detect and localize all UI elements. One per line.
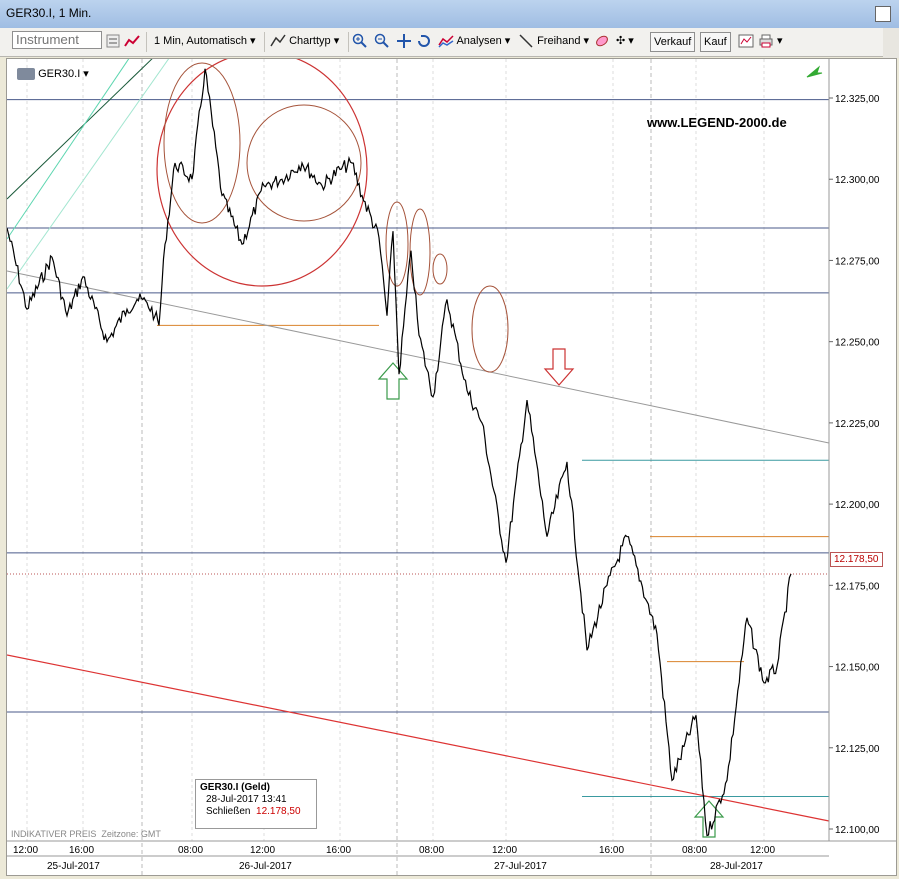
- info-box: GER30.I (Geld) 28-Jul-2017 13:41 Schließ…: [195, 779, 317, 829]
- interval-dropdown[interactable]: 1 Min, Automatisch ▾: [154, 31, 256, 51]
- info-close-label: Schließen: [206, 806, 251, 817]
- info-close-value: 12.178,50: [256, 806, 301, 817]
- y-tick-label: 12.325,00: [835, 94, 880, 105]
- title-bar: GER30.I, 1 Min.: [0, 0, 899, 29]
- y-tick-label: 12.200,00: [835, 500, 880, 511]
- large-circle-annotation[interactable]: [156, 51, 368, 287]
- toolbar: 1 Min, Automatisch ▾ Charttyp ▾ Analysen…: [0, 28, 899, 57]
- symbol-label[interactable]: GER30.I ▾: [17, 67, 89, 81]
- scrollbar[interactable]: [883, 28, 899, 58]
- trend-up-icon: [806, 65, 823, 78]
- y-tick-label: 12.250,00: [835, 338, 880, 349]
- date-label: 28-Jul-2017: [710, 861, 763, 872]
- window-title: GER30.I, 1 Min.: [6, 6, 92, 20]
- analysen-label: Analysen: [456, 35, 502, 47]
- x-tick-label: 08:00: [682, 845, 707, 856]
- watermark: www.LEGEND-2000.de: [647, 115, 787, 130]
- instrument-input[interactable]: [12, 31, 102, 49]
- y-tick-label: 12.100,00: [835, 825, 880, 836]
- instrument-picker-icon[interactable]: [105, 31, 121, 51]
- x-tick-label: 16:00: [599, 845, 624, 856]
- interval-label: 1 Min, Automatisch: [154, 35, 247, 47]
- print-icon: [759, 34, 773, 48]
- x-tick-label: 08:00: [419, 845, 444, 856]
- price-series-line: [6, 68, 792, 837]
- y-tick-label: 12.150,00: [835, 663, 880, 674]
- symbol-name: GER30.I: [38, 68, 81, 80]
- gray-trendline[interactable]: [6, 270, 830, 444]
- zoom-out-icon[interactable]: [374, 31, 390, 51]
- zoom-in-icon[interactable]: [352, 31, 368, 51]
- info-title: GER30.I (Geld): [200, 782, 271, 793]
- footer-left: INDIKATIVER PREIS Zeitzone: GMT: [11, 829, 161, 839]
- y-tick-label: 12.275,00: [835, 256, 880, 267]
- charttype-dropdown[interactable]: Charttyp ▾: [270, 31, 339, 51]
- y-tick-label: 12.300,00: [835, 175, 880, 186]
- date-label: 26-Jul-2017: [239, 861, 292, 872]
- green-channel-line[interactable]: [6, 53, 133, 240]
- print-dropdown[interactable]: ▾: [758, 31, 783, 51]
- circle-annotation[interactable]: [163, 62, 241, 224]
- chart-template-icon[interactable]: [738, 31, 754, 51]
- charttype-label: Charttyp: [289, 35, 331, 47]
- analysis-icon: [438, 35, 454, 48]
- undo-icon[interactable]: [416, 31, 432, 51]
- eraser-icon[interactable]: [594, 31, 610, 51]
- footer-price-type: INDIKATIVER PREIS: [11, 829, 97, 839]
- line-chart-icon: [270, 34, 286, 47]
- down-arrow-annotation[interactable]: [543, 348, 575, 386]
- toolbar-divider: [146, 32, 147, 52]
- crosshair-dropdown[interactable]: ✣ ▾: [616, 31, 634, 51]
- x-tick-label: 08:00: [178, 845, 203, 856]
- window-close-button[interactable]: [875, 6, 891, 22]
- date-label: 25-Jul-2017: [47, 861, 100, 872]
- pan-icon[interactable]: [396, 31, 412, 51]
- y-tick-label: 12.225,00: [835, 419, 880, 430]
- toolbar-divider: [348, 32, 349, 52]
- current-price-tag: 12.178,50: [830, 552, 883, 567]
- toolbar-divider: [264, 32, 265, 52]
- x-tick-label: 12:00: [250, 845, 275, 856]
- info-datetime: 28-Jul-2017 13:41: [206, 794, 287, 805]
- footer-timezone: Zeitzone: GMT: [101, 829, 161, 839]
- analysen-dropdown[interactable]: Analysen ▾: [438, 31, 510, 51]
- price-chart[interactable]: 12.325,00 12.300,00 12.275,00 12.250,00 12.2…: [6, 51, 896, 875]
- draw-line-icon: [519, 34, 533, 48]
- green-channel-line[interactable]: [6, 53, 173, 290]
- x-tick-label: 12:00: [13, 845, 38, 856]
- app-window: GER30.I, 1 Min. 1 Min, Automatisch ▾ Cha…: [0, 0, 899, 879]
- buy-button[interactable]: Kauf: [700, 32, 731, 52]
- y-tick-label: 12.175,00: [835, 581, 880, 592]
- date-label: 27-Jul-2017: [494, 861, 547, 872]
- red-trendline[interactable]: [6, 654, 830, 822]
- freihand-dropdown[interactable]: Freihand ▾: [518, 31, 589, 51]
- y-tick-label: 12.125,00: [835, 744, 880, 755]
- chart-panel[interactable]: 12.325,00 12.300,00 12.275,00 12.250,00 12.2…: [6, 51, 897, 876]
- circle-annotation[interactable]: [432, 253, 448, 285]
- cfd-icon: [17, 68, 35, 81]
- indicator-icon[interactable]: [124, 31, 140, 51]
- freihand-label: Freihand: [537, 35, 581, 47]
- up-arrow-annotation[interactable]: [377, 362, 409, 400]
- x-tick-label: 12:00: [492, 845, 517, 856]
- x-tick-label: 16:00: [69, 845, 94, 856]
- circle-annotation[interactable]: [471, 285, 509, 373]
- sell-button[interactable]: Verkauf: [650, 32, 696, 52]
- x-tick-label: 16:00: [326, 845, 351, 856]
- x-tick-label: 12:00: [750, 845, 775, 856]
